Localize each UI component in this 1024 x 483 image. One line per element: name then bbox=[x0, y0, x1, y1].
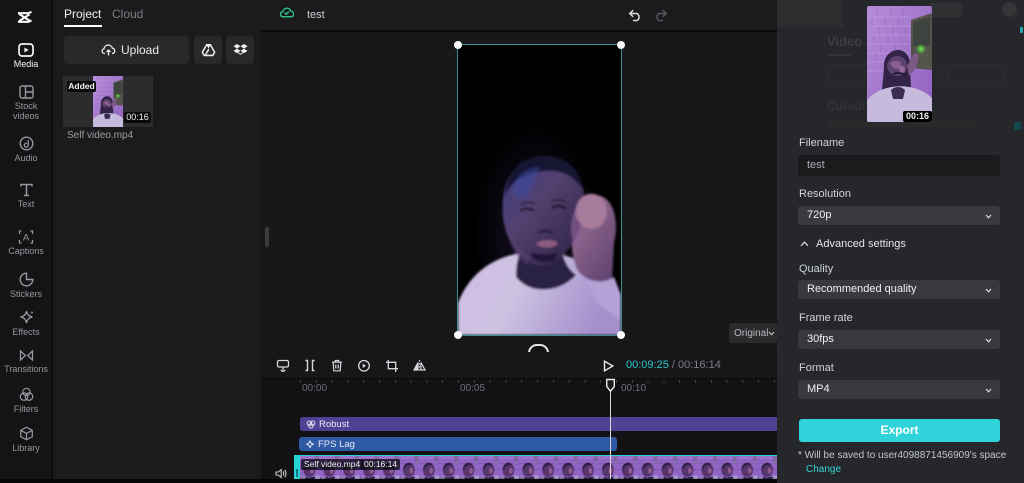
svg-text:A: A bbox=[23, 233, 30, 244]
